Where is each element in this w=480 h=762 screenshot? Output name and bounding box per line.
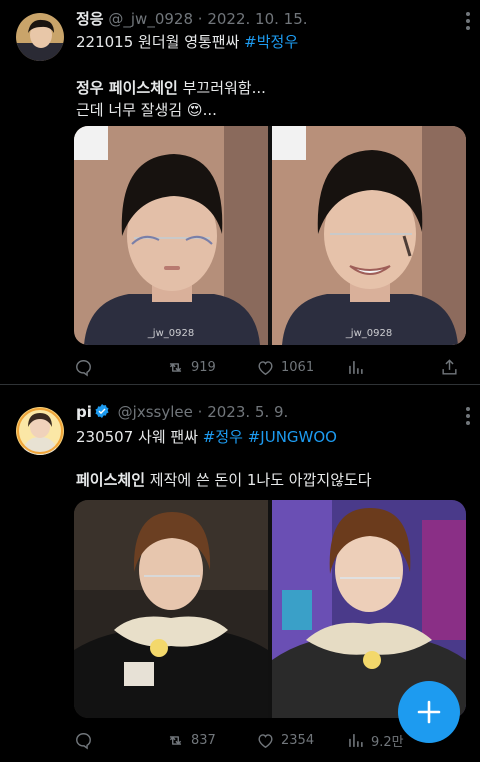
tweet-text: 부끄러워함... [177, 79, 266, 97]
hashtag-link[interactable]: #JUNGWOO [248, 428, 337, 446]
heart-icon [258, 733, 273, 748]
hashtag-link[interactable]: #정우 [203, 428, 243, 446]
media-photo-left[interactable]: _jw_0928 [74, 126, 268, 345]
separator-dot: · [197, 10, 203, 28]
views-button[interactable] [346, 357, 371, 377]
analytics-icon [349, 733, 363, 747]
watermark: _jw_0928 [345, 328, 393, 339]
verified-badge-icon [94, 403, 110, 423]
watermark: _jw_0928 [147, 328, 195, 339]
tweet-text-line-2: 페이스체인 제작에 쓴 돈이 1나도 아깝지않도다 [76, 469, 372, 490]
more-options-icon[interactable] [466, 12, 472, 33]
tweet-actions: 919 1061 [74, 357, 466, 377]
tweet-text-line-1: 221015 원더월 영통팬싸 #박정우 [76, 31, 298, 52]
handle[interactable]: @_jw_0928 [108, 10, 193, 28]
retweet-button[interactable]: 837 [166, 730, 216, 750]
more-options-icon[interactable] [466, 407, 472, 428]
tweet-media[interactable] [74, 500, 466, 718]
views-count: 9.2만 [371, 734, 404, 750]
media-photo-right[interactable]: _jw_0928 [272, 126, 466, 345]
tweet-text: ... [202, 101, 217, 119]
reply-button[interactable] [74, 357, 99, 377]
hashtag-link[interactable]: #박정우 [244, 33, 298, 51]
media-photo-left[interactable] [74, 500, 268, 718]
tweet-1[interactable]: 정응 @_jw_0928 · 2022. 10. 15. 221015 원더월 … [0, 0, 480, 382]
display-name[interactable]: pi [76, 403, 92, 421]
display-name[interactable]: 정응 [76, 10, 104, 28]
avatar[interactable] [16, 13, 64, 61]
tweet-text: 230507 사웨 팬싸 [76, 428, 203, 446]
reply-icon [76, 732, 91, 750]
like-button[interactable]: 1061 [256, 357, 314, 377]
tweet-text-line-2: 정우 페이스체인 부끄러워함... [76, 77, 266, 98]
reply-button[interactable] [74, 730, 99, 750]
handle[interactable]: @jxssylee [118, 403, 193, 421]
retweet-count: 837 [191, 732, 216, 748]
heart-icon [258, 360, 273, 375]
tweet-text-bold: 정우 페이스체인 [76, 79, 178, 97]
like-count: 2354 [281, 732, 315, 748]
tweet-text-line-3: 근데 너무 잘생김 😍... [76, 99, 217, 120]
tweet-text: 근데 너무 잘생김 [76, 101, 183, 119]
tweet-date[interactable]: 2022. 10. 15. [207, 10, 307, 28]
tweet-text: 221015 원더월 영통팬싸 [76, 33, 245, 51]
share-button[interactable] [440, 357, 465, 377]
plus-icon [417, 700, 441, 724]
heart-eyes-emoji: 😍 [186, 101, 203, 119]
tweet-text-line-1: 230507 사웨 팬싸 #정우 #JUNGWOO [76, 426, 337, 447]
retweet-button[interactable]: 919 [166, 357, 216, 377]
retweet-icon [169, 735, 182, 745]
analytics-icon [349, 360, 363, 374]
avatar[interactable] [16, 407, 64, 455]
tweet-text: 제작에 쓴 돈이 1나도 아깝지않도다 [145, 471, 372, 489]
tweet-text-bold: 페이스체인 [76, 471, 146, 489]
tweet-header: pi @jxssylee · 2023. 5. 9. [76, 403, 288, 423]
tweet-media[interactable]: _jw_0928 _jw_0928 [74, 126, 466, 345]
tweet-date[interactable]: 2023. 5. 9. [207, 403, 288, 421]
separator-dot: · [197, 403, 203, 421]
retweet-count: 919 [191, 359, 216, 375]
views-button[interactable]: 9.2만 [346, 730, 404, 750]
retweet-icon [169, 362, 182, 372]
reply-icon [76, 359, 91, 377]
like-count: 1061 [281, 359, 315, 375]
like-button[interactable]: 2354 [256, 730, 314, 750]
tweet-header: 정응 @_jw_0928 · 2022. 10. 15. [76, 8, 308, 29]
share-icon [442, 358, 457, 375]
compose-button[interactable] [398, 681, 460, 743]
